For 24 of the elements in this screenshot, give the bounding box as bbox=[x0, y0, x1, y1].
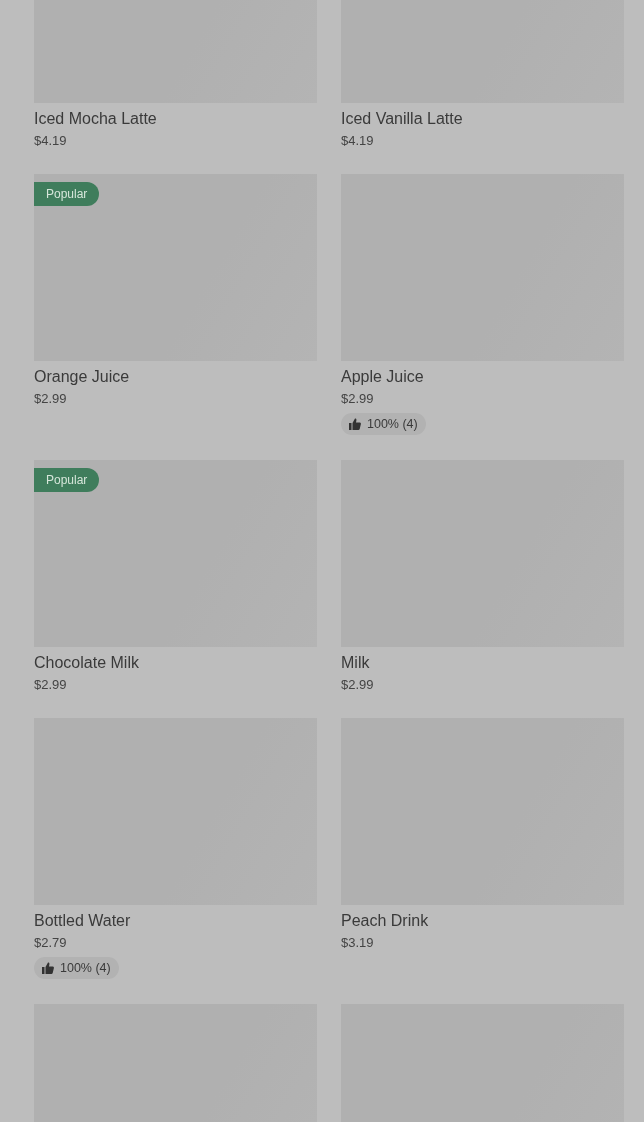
product-name[interactable]: Iced Mocha Latte bbox=[34, 109, 317, 129]
product-price: $4.19 bbox=[34, 132, 68, 149]
product-price: $2.99 bbox=[341, 676, 375, 693]
product-name[interactable]: Bottled Water bbox=[34, 911, 317, 931]
popular-badge: Popular bbox=[34, 468, 100, 492]
image-placeholder[interactable]: Popular bbox=[34, 174, 317, 361]
product-name[interactable]: Iced Vanilla Latte bbox=[341, 109, 624, 129]
popular-badge: Popular bbox=[34, 182, 100, 206]
product-name[interactable]: Apple Juice bbox=[341, 367, 624, 387]
rating-text: 100% (4) bbox=[367, 417, 418, 431]
rating-text: 100% (4) bbox=[60, 961, 111, 975]
product-price: $3.19 bbox=[341, 934, 375, 951]
product-name[interactable]: Orange Juice bbox=[34, 367, 317, 387]
thumbs-up-icon bbox=[42, 962, 54, 974]
product-name[interactable]: Peach Drink bbox=[341, 911, 624, 931]
product-price: $2.99 bbox=[34, 676, 68, 693]
product-name[interactable]: Chocolate Milk bbox=[34, 653, 317, 673]
image-placeholder[interactable]: Popular bbox=[34, 460, 317, 647]
product-price: $2.99 bbox=[341, 390, 375, 407]
product-name[interactable]: Milk bbox=[341, 653, 624, 673]
product-price: $2.79 bbox=[34, 934, 68, 951]
thumbs-up-icon bbox=[349, 418, 361, 430]
product-price: $4.19 bbox=[341, 132, 375, 149]
product-price: $2.99 bbox=[34, 390, 68, 407]
